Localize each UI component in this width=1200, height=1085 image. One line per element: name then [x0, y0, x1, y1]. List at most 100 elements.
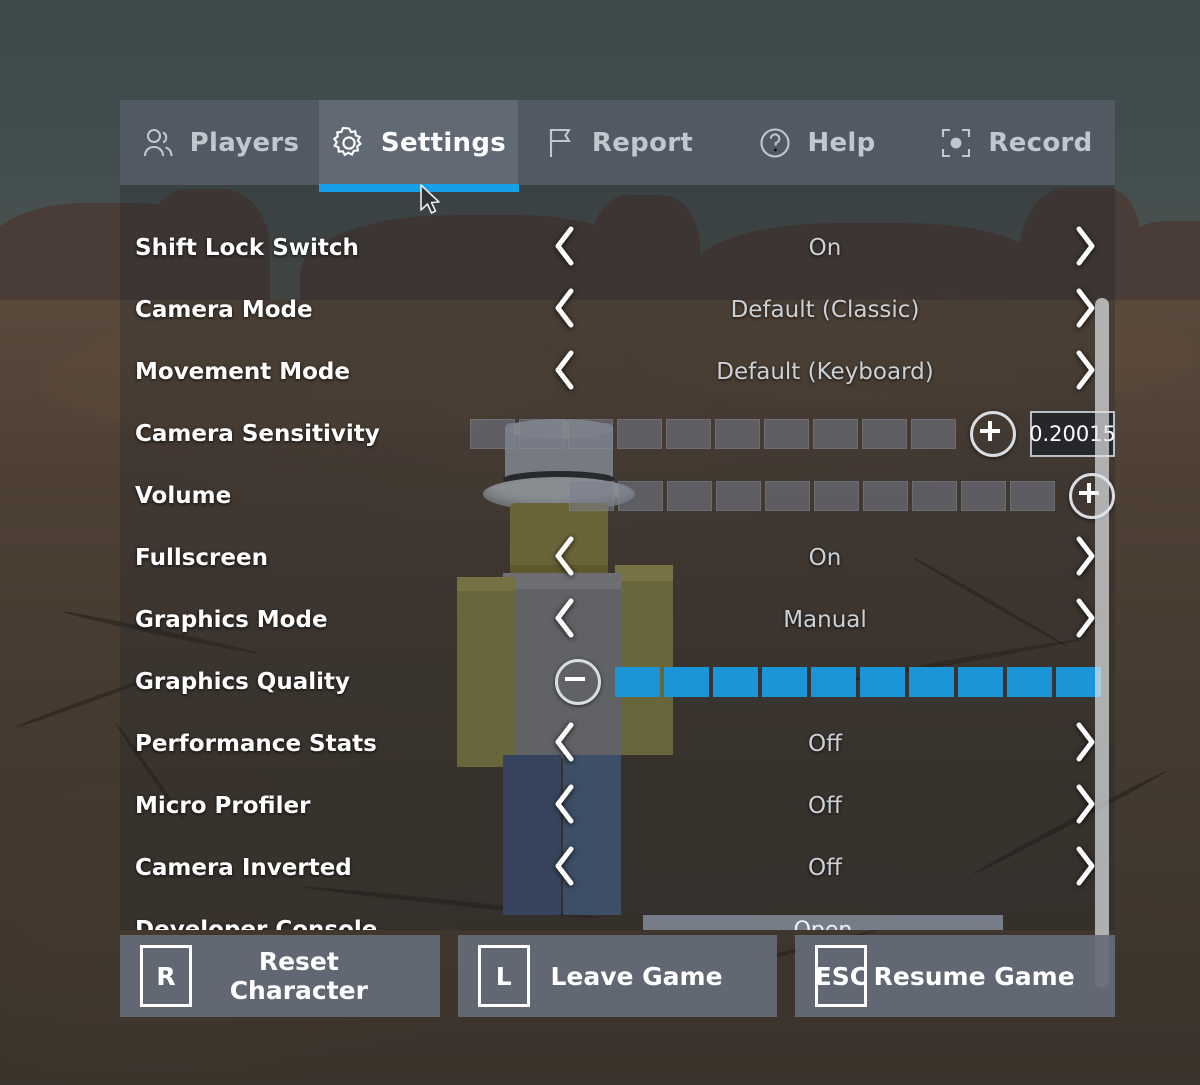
setting-row: Camera Inverted Off	[120, 837, 1115, 899]
setting-control: Off	[535, 713, 1115, 775]
keycap-r: R	[140, 945, 192, 1007]
slider-segment[interactable]	[814, 481, 859, 511]
action-button-bar: R Reset Character L Leave Game ESC Resum…	[120, 935, 1116, 1017]
slider-segment[interactable]	[715, 419, 760, 449]
slider-segment[interactable]	[909, 667, 954, 697]
setting-control: Off	[535, 775, 1115, 837]
slider-segment[interactable]	[961, 481, 1006, 511]
gear-icon	[331, 125, 367, 161]
setting-label: Camera Mode	[135, 297, 313, 323]
setting-row: Graphics Mode Manual	[120, 589, 1115, 651]
increase-button[interactable]	[970, 411, 1016, 457]
slider-segment[interactable]	[617, 419, 662, 449]
decrease-button[interactable]	[555, 659, 601, 705]
slider-segment[interactable]	[1007, 667, 1052, 697]
tab-label: Record	[988, 127, 1093, 158]
slider-segment[interactable]	[615, 667, 660, 697]
previous-option-arrow[interactable]	[535, 719, 595, 769]
slider-segment[interactable]	[762, 667, 807, 697]
setting-value: Off	[808, 855, 842, 881]
slider-segment[interactable]	[716, 481, 761, 511]
next-option-arrow[interactable]	[1055, 223, 1115, 273]
flag-icon	[542, 125, 578, 161]
previous-option-arrow[interactable]	[535, 285, 595, 335]
keycap-l: L	[477, 945, 530, 1007]
people-icon	[140, 125, 176, 161]
slider-segment[interactable]	[860, 667, 905, 697]
slider-segment[interactable]	[618, 481, 663, 511]
previous-option-arrow[interactable]	[535, 781, 595, 831]
setting-control: On	[535, 217, 1115, 279]
leave-game-button[interactable]: L Leave Game	[457, 935, 778, 1017]
settings-scrollbar[interactable]	[1095, 298, 1109, 988]
slider-segment[interactable]	[1010, 481, 1055, 511]
setting-label: Shift Lock Switch	[135, 235, 359, 261]
action-label: Leave Game	[550, 961, 723, 991]
setting-control: Off	[535, 837, 1115, 899]
tab-label: Report	[591, 127, 694, 158]
slider-track[interactable]	[615, 667, 1101, 697]
previous-option-arrow[interactable]	[535, 843, 595, 893]
slider-track[interactable]	[569, 481, 1055, 511]
setting-row: Camera Sensitivity 0.20015	[120, 403, 1115, 465]
setting-row: Shift Lock Switch On	[120, 217, 1115, 279]
setting-row: Performance Stats Off	[120, 713, 1115, 775]
setting-label: Camera Sensitivity	[135, 421, 380, 447]
previous-option-arrow[interactable]	[535, 223, 595, 273]
setting-label: Fullscreen	[135, 545, 268, 571]
tab-help[interactable]: Help	[717, 100, 916, 185]
setting-row: Fullscreen On	[120, 527, 1115, 589]
setting-value: On	[808, 545, 842, 571]
slider-segment[interactable]	[764, 419, 809, 449]
setting-value: Off	[808, 793, 842, 819]
setting-label: Graphics Mode	[135, 607, 328, 633]
slider-segment[interactable]	[765, 481, 810, 511]
setting-control: Manual	[535, 589, 1115, 651]
setting-label: Performance Stats	[135, 731, 377, 757]
slider-segment[interactable]	[811, 667, 856, 697]
reset-character-button[interactable]: R Reset Character	[120, 935, 440, 1017]
slider-segment[interactable]	[519, 419, 564, 449]
open-developer-console-button[interactable]: Open	[643, 915, 1003, 930]
slider-segment[interactable]	[863, 481, 908, 511]
resume-game-button[interactable]: ESC Resume Game	[795, 935, 1116, 1017]
previous-option-arrow[interactable]	[535, 595, 595, 645]
setting-row: Volume	[120, 465, 1115, 527]
tab-label: Settings	[380, 127, 507, 158]
setting-row: Camera Mode Default (Classic)	[120, 279, 1115, 341]
slider-segment[interactable]	[470, 419, 515, 449]
setting-control: Open	[535, 899, 1115, 930]
slider-track[interactable]	[470, 419, 956, 449]
keycap-esc: ESC	[815, 945, 868, 1007]
setting-label: Camera Inverted	[135, 855, 352, 881]
slider-segment[interactable]	[862, 419, 907, 449]
previous-option-arrow[interactable]	[535, 533, 595, 583]
setting-value: Off	[808, 731, 842, 757]
setting-value: On	[808, 235, 842, 261]
setting-control	[514, 465, 1115, 527]
slider-segment[interactable]	[568, 419, 613, 449]
tab-report[interactable]: Report	[518, 100, 717, 185]
setting-value: Default (Keyboard)	[716, 359, 934, 385]
tab-players[interactable]: Players	[120, 100, 319, 185]
slider-segment[interactable]	[713, 667, 758, 697]
slider-segment[interactable]	[666, 419, 711, 449]
setting-label: Developer Console	[135, 917, 378, 930]
slider-segment[interactable]	[667, 481, 712, 511]
settings-list[interactable]: Shift Lock Switch On Camera Mode Default (C…	[120, 185, 1115, 930]
setting-row: Graphics Quality	[120, 651, 1115, 713]
previous-option-arrow[interactable]	[535, 347, 595, 397]
tab-settings[interactable]: Settings	[318, 100, 519, 192]
tab-record[interactable]: Record	[916, 100, 1115, 185]
setting-row: Movement Mode Default (Keyboard)	[120, 341, 1115, 403]
slider-segment[interactable]	[569, 481, 614, 511]
slider-segment[interactable]	[813, 419, 858, 449]
setting-control: On	[535, 527, 1115, 589]
slider-segment[interactable]	[912, 481, 957, 511]
setting-row: Micro Profiler Off	[120, 775, 1115, 837]
slider-segment[interactable]	[911, 419, 956, 449]
setting-label: Graphics Quality	[135, 669, 350, 695]
action-label: Resume Game	[873, 961, 1075, 991]
slider-segment[interactable]	[664, 667, 709, 697]
slider-segment[interactable]	[958, 667, 1003, 697]
